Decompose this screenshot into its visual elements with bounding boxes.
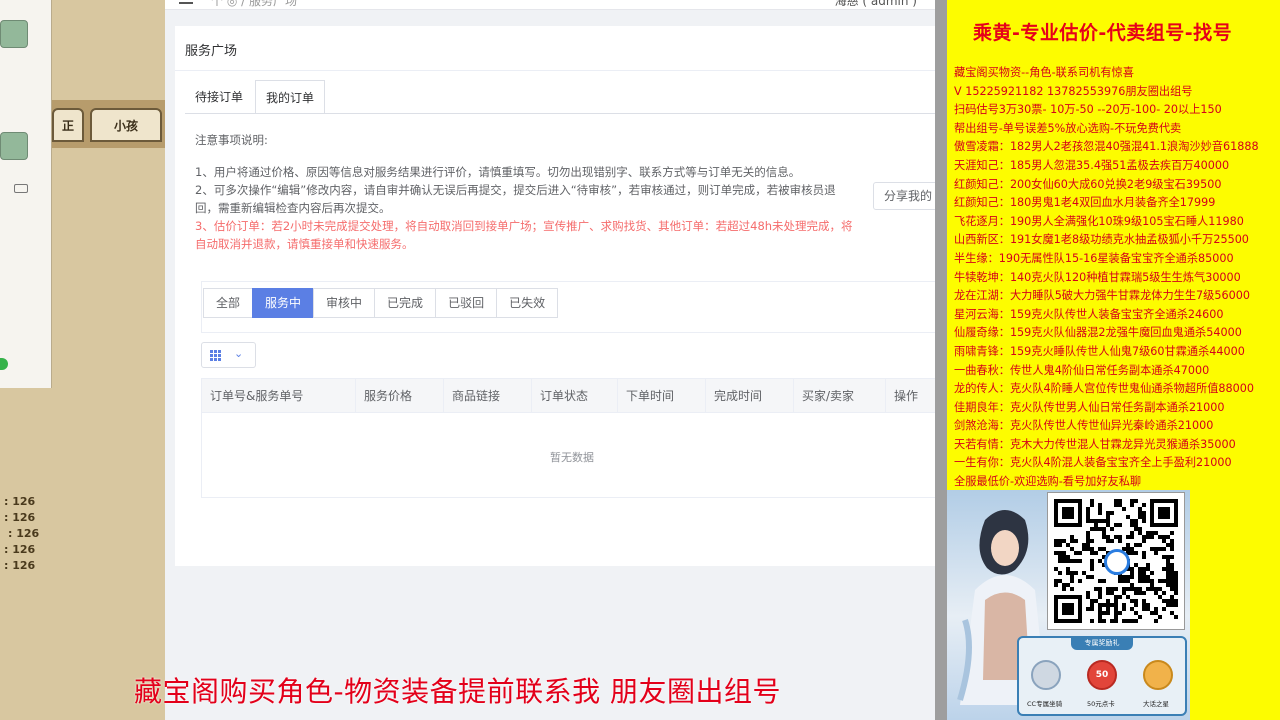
advert-line: 飞花逐月：190男人全满强化10珠9级105宝石睡人11980: [954, 214, 1244, 228]
tabs-underline: [185, 113, 935, 114]
status-filter: 全部 服务中 审核中 已完成 已驳回 已失效: [201, 281, 935, 333]
col-link: 商品链接: [444, 379, 532, 413]
mount-icon: [1031, 660, 1061, 690]
status-dot-icon: [0, 358, 8, 370]
col-status: 订单状态: [532, 379, 618, 413]
advert-title: 乘黄-专业估价-代卖组号-找号: [973, 22, 1233, 44]
gift-panel: 专属奖励礼 50 CC专属坐骑 50元点卡 大话之星: [1017, 636, 1187, 716]
advert-line: 全服最低价-欢迎选购-看号加好友私聊: [954, 475, 1142, 489]
filter-expired[interactable]: 已失效: [496, 288, 559, 318]
user-name[interactable]: 海慈 ( admin ): [835, 0, 917, 9]
avatar[interactable]: [0, 20, 28, 48]
chevron-down-icon: ⌄: [234, 347, 244, 360]
game-tab-child[interactable]: 小孩: [90, 108, 162, 142]
advert-line: 半生缘：190无属性队15-16星装备宝宝齐全通杀85000: [954, 251, 1234, 265]
advert-line: 帮出组号-单号误差5%放心选购-不玩免费代卖: [954, 121, 1182, 135]
filter-rejected[interactable]: 已驳回: [435, 288, 498, 318]
column-settings-button[interactable]: ⌄: [201, 342, 256, 368]
col-price: 服务价格: [356, 379, 444, 413]
chat-panel: [0, 0, 52, 388]
game-window-left: 正 小孩 : 126 : 126 : 126 : 126 : 126: [0, 0, 165, 720]
notice-section: 注意事项说明: 1、用户将通过价格、原因等信息对服务结果进行评价，请慎重填写。切…: [195, 131, 895, 253]
col-actions: 操作: [886, 379, 935, 413]
chat-logo-icon: [1104, 549, 1130, 575]
filter-all[interactable]: 全部: [203, 288, 254, 318]
breadcrumb: 个 ◎ / 服务广场: [211, 0, 297, 8]
advert-line: 仙履奇缘：159克火队仙器混2龙强牛魔回血鬼通杀54000: [954, 326, 1242, 340]
advert-line: 扫码估号3万30票- 10万-50 --20万-100- 20以上150: [954, 103, 1222, 117]
advert-line: 山西新区：191女魔1老8级功绩克水抽孟极狐小千万25500: [954, 233, 1249, 247]
screen: 正 小孩 : 126 : 126 : 126 : 126 : 126 个 ◎ /…: [0, 0, 1280, 720]
notice-item: 2、可多次操作“编辑”修改内容，请自审并确认无误后再提交，提交后进入“待审核”，…: [195, 183, 836, 215]
advert-line: 龙在江湖：大力睡队5破大力强牛甘霖龙体力生生7级56000: [954, 289, 1250, 303]
notice-heading: 注意事项说明:: [195, 133, 268, 147]
qr-code[interactable]: [1047, 492, 1185, 630]
filter-completed[interactable]: 已完成: [374, 288, 437, 318]
advert-line: 剑煞沧海：克火队传世人传世仙异光秦岭通杀21000: [954, 419, 1214, 433]
col-complete-time: 完成时间: [706, 379, 794, 413]
top-header: 个 ◎ / 服务广场 海慈 ( admin ): [165, 0, 935, 10]
orders-table: 订单号&服务单号 服务价格 商品链接 订单状态 下单时间 完成时间 买家/卖家 …: [201, 378, 935, 498]
advert-line: 傲雪凌霜：182男人2老孩忽混40强混41.1浪淘沙妙音61888: [954, 140, 1259, 154]
gift-label: 大话之星: [1143, 700, 1169, 708]
advert-line: 星河云海：159克火队传世人装备宝宝齐全通杀24600: [954, 307, 1224, 321]
stat-value: : 126: [8, 527, 40, 540]
divider: [175, 70, 935, 71]
grid-icon: [210, 350, 221, 361]
filter-reviewing[interactable]: 审核中: [313, 288, 376, 318]
advert-line: 佳期良年：克火队传世男人仙日常任务副本通杀21000: [954, 400, 1225, 414]
filter-in-service[interactable]: 服务中: [252, 288, 315, 318]
col-order-no: 订单号&服务单号: [202, 379, 356, 413]
menu-icon[interactable]: [179, 0, 193, 4]
game-tab[interactable]: 正: [52, 108, 84, 142]
advert-line: 红颜知己：180男鬼1老4双回血水月装备齐全17999: [954, 196, 1216, 210]
col-buyer-seller: 买家/卖家: [794, 379, 886, 413]
avatar[interactable]: [0, 132, 28, 160]
advert-line: V 15225921182 13782553976朋友圈出组号: [954, 84, 1193, 98]
advert-line: 牛犊乾坤：140克火队120种植甘霖瑞5级生生炼气30000: [954, 270, 1241, 284]
advert-line: 藏宝阁买物资--角色-联系司机有惊喜: [954, 66, 1134, 79]
advert-list: 藏宝阁买物资--角色-联系司机有惊喜 V 15225921182 1378255…: [954, 64, 1280, 492]
tab-my-orders[interactable]: 我的订单: [255, 80, 326, 114]
gift-label: CC专属坐骑: [1027, 700, 1063, 708]
browser-content: 个 ◎ / 服务广场 海慈 ( admin ) 服务广场 待接订单 我的订单 注…: [165, 0, 935, 720]
stat-value: : 126: [4, 543, 36, 556]
notice-item: 1、用户将通过价格、原因等信息对服务结果进行评价，请慎重填写。切勿出现错别字、联…: [195, 165, 801, 179]
table-header: 订单号&服务单号 服务价格 商品链接 订单状态 下单时间 完成时间 买家/卖家 …: [202, 379, 935, 413]
bottom-banner: 藏宝阁购买角色-物资装备提前联系我 朋友圈出组号: [134, 675, 782, 708]
page-title: 服务广场: [185, 44, 238, 59]
service-card: 服务广场 待接订单 我的订单 注意事项说明: 1、用户将通过价格、原因等信息对服…: [175, 26, 935, 566]
advert-line: 红颜知己：200女仙60大成60兑换2老9级宝石39500: [954, 177, 1222, 191]
advert-line: 雨啸青锋：159克火睡队传世人仙鬼7级60甘霖通杀44000: [954, 344, 1245, 358]
gift-label: 50元点卡: [1087, 700, 1115, 708]
col-order-time: 下单时间: [618, 379, 706, 413]
video-icon[interactable]: [14, 184, 28, 193]
card-icon: 50: [1087, 660, 1117, 690]
tab-pending-orders[interactable]: 待接订单: [185, 80, 253, 114]
advert-line: 天涯知己：185男人忽混35.4强51孟极去疾百万40000: [954, 158, 1230, 172]
advert-line: 一生有你：克火队4阶混人装备宝宝齐全上手盈利21000: [954, 456, 1232, 470]
star-icon: [1143, 660, 1173, 690]
stat-value: : 126: [4, 559, 36, 572]
advert-line: 龙的传人：克火队4阶睡人宫位传世鬼仙通杀物超所值88000: [954, 382, 1255, 396]
gift-ribbon: 专属奖励礼: [1071, 636, 1133, 650]
notice-item-warning: 3、估价订单：若2小时未完成提交处理，将自动取消回到接单广场；宣传推广、求购找货…: [195, 219, 853, 251]
advert-line: 一曲春秋：传世人鬼4阶仙日常任务副本通杀47000: [954, 363, 1210, 377]
share-button[interactable]: 分享我的: [873, 182, 935, 210]
stat-value: : 126: [4, 495, 36, 508]
promo-image: 专属奖励礼 50 CC专属坐骑 50元点卡 大话之星: [947, 490, 1190, 720]
empty-state: 暂无数据: [550, 451, 594, 464]
scrollbar[interactable]: [935, 0, 947, 720]
advert-line: 天若有情：克木大力传世混人甘霖龙异光灵猴通杀35000: [954, 437, 1236, 451]
stat-value: : 126: [4, 511, 36, 524]
